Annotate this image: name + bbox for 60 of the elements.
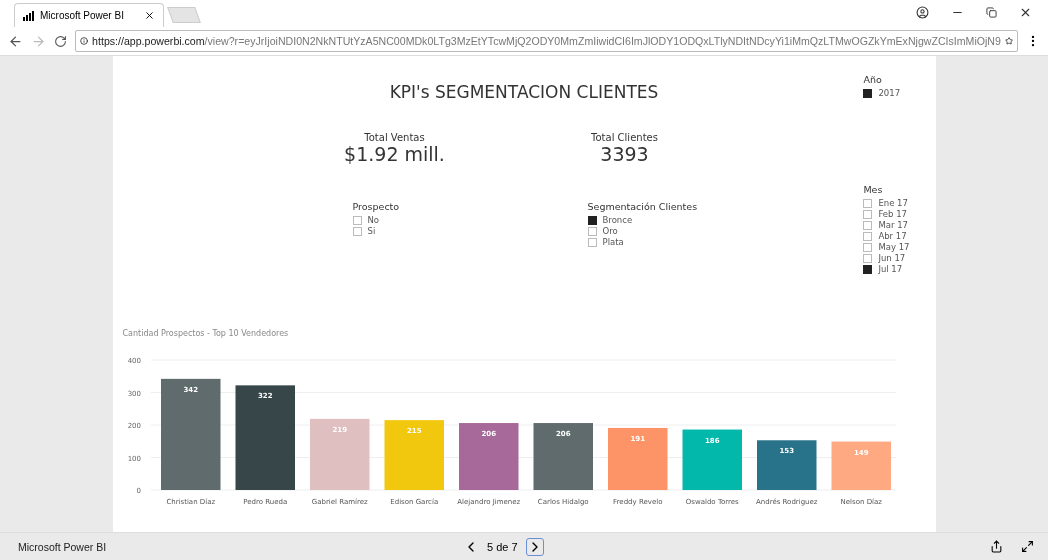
close-icon[interactable] — [144, 10, 155, 21]
kpi-label: Total Clientes — [591, 132, 658, 143]
checkbox[interactable] — [863, 231, 873, 241]
bar — [458, 423, 518, 490]
slicer-option[interactable]: Feb 17 — [878, 209, 907, 219]
slicer-option[interactable]: Bronce — [602, 215, 633, 225]
bar — [384, 420, 444, 490]
report-title: KPI's SEGMENTACION CLIENTES — [389, 82, 659, 102]
checkbox[interactable] — [863, 88, 873, 98]
checkbox[interactable] — [863, 198, 873, 208]
checkbox[interactable] — [863, 253, 873, 263]
checkbox[interactable] — [863, 209, 873, 219]
reload-icon[interactable] — [54, 34, 67, 48]
kpi-value: $1.92 mill. — [344, 143, 445, 165]
slicer-option[interactable]: No — [367, 215, 380, 225]
app-name: Microsoft Power BI — [18, 540, 108, 553]
checkbox[interactable] — [352, 215, 362, 225]
slicer-option[interactable]: May 17 — [878, 242, 910, 252]
kpi-label: Total Ventas — [364, 132, 425, 143]
bar-chart-icon — [23, 10, 34, 21]
slicer-title: Mes — [863, 184, 884, 195]
checkbox[interactable] — [863, 242, 873, 252]
bar — [831, 441, 891, 490]
checkbox[interactable] — [587, 237, 597, 247]
restore-icon[interactable] — [986, 7, 997, 18]
page-indicator: 5 de 7 — [487, 540, 518, 553]
slicer-title: Segmentación Clientes — [587, 201, 699, 212]
slicer-option[interactable]: Abr 17 — [878, 231, 907, 241]
next-page-button[interactable] — [525, 537, 544, 556]
checkbox[interactable] — [863, 264, 873, 274]
slicer-option[interactable]: Ene 17 — [878, 198, 908, 208]
bar — [756, 440, 816, 490]
star-icon[interactable] — [1004, 35, 1013, 47]
checkbox[interactable] — [587, 215, 597, 225]
close-icon[interactable] — [1019, 6, 1032, 19]
bar — [682, 429, 742, 490]
back-icon[interactable] — [8, 33, 23, 49]
slicer-option[interactable]: Mar 17 — [878, 220, 908, 230]
slicer-option[interactable]: Si — [367, 226, 376, 236]
slicer-title: Prospecto — [352, 201, 401, 212]
checkbox[interactable] — [352, 226, 362, 236]
checkbox[interactable] — [863, 220, 873, 230]
chart-title: Cantidad Prospectos - Top 10 Vendedores — [122, 329, 290, 338]
bar — [533, 423, 593, 490]
address-field[interactable]: https://app.powerbi.com/view?r=eyJrIjoiNDI0N2NkNTUtYzA5NC00MDk0LTg3MzEtYTcwMjQ2ODY0MmZmIiwidCI6ImJlODY1ODQxLTlyNDItNDcyYi1iMmQzLTMwOGZkYmExNjgwZCIsImMiOjN9 — [75, 30, 1018, 52]
share-icon[interactable] — [990, 540, 1003, 553]
slicer-option[interactable]: Oro — [602, 226, 618, 236]
kpi-value: 3393 — [600, 143, 649, 165]
checkbox[interactable] — [587, 226, 597, 236]
fullscreen-icon[interactable] — [1021, 540, 1034, 553]
slicer-option[interactable]: Jul 17 — [878, 264, 903, 274]
user-icon[interactable] — [916, 6, 929, 19]
slicer-option[interactable]: 2017 — [878, 88, 901, 98]
slicer-option[interactable]: Jun 17 — [878, 253, 906, 263]
slicer-title: Año — [863, 74, 883, 85]
bar — [309, 418, 369, 490]
browser-tab[interactable]: Microsoft Power BI — [14, 3, 164, 27]
info-icon — [80, 35, 89, 47]
slicer-option[interactable]: Plata — [602, 237, 624, 247]
bar — [607, 427, 667, 490]
